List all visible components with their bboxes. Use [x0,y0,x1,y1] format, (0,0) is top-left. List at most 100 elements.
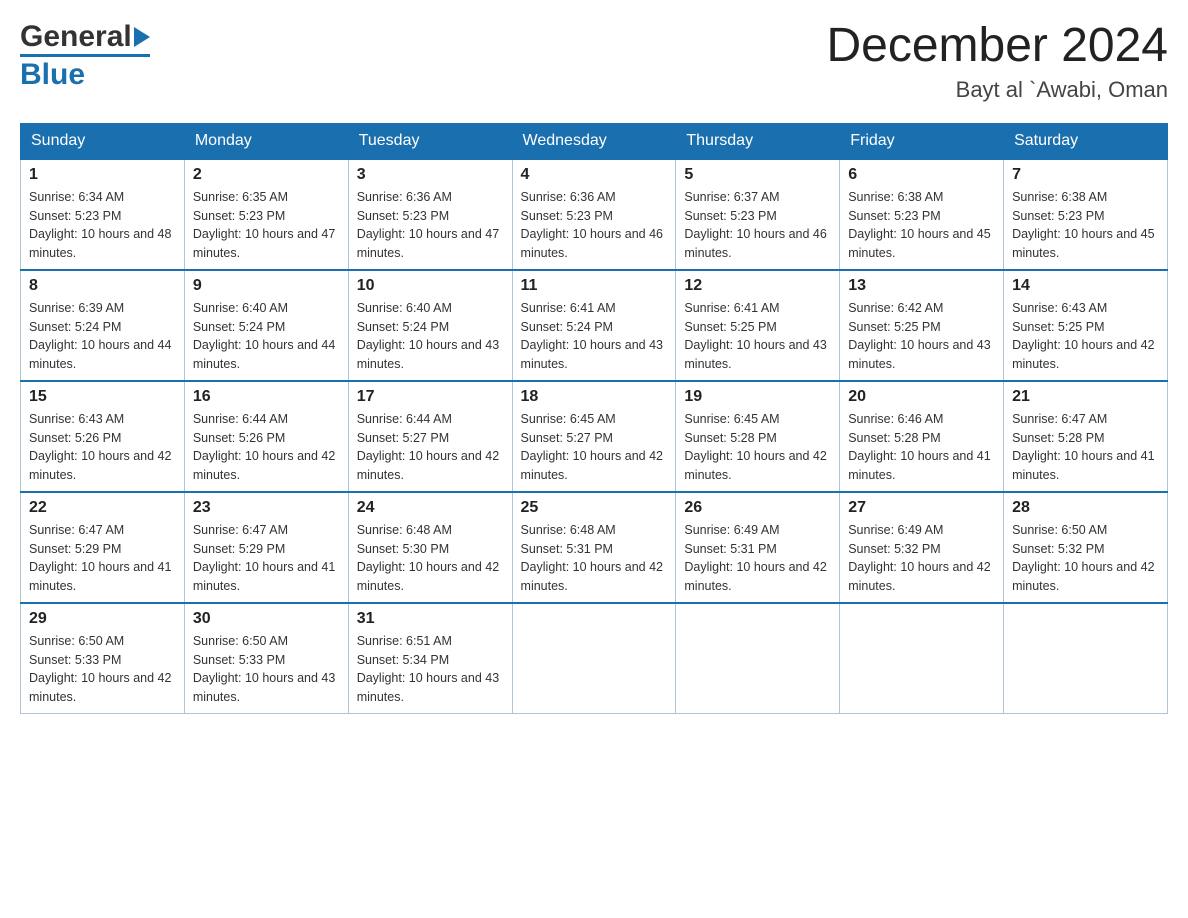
col-tuesday: Tuesday [348,123,512,159]
day-number: 24 [357,499,504,517]
table-row: 23 Sunrise: 6:47 AMSunset: 5:29 PMDaylig… [184,492,348,603]
day-number: 12 [684,277,831,295]
table-row: 26 Sunrise: 6:49 AMSunset: 5:31 PMDaylig… [676,492,840,603]
calendar-week-row: 22 Sunrise: 6:47 AMSunset: 5:29 PMDaylig… [21,492,1168,603]
day-info: Sunrise: 6:48 AMSunset: 5:30 PMDaylight:… [357,521,504,596]
day-number: 1 [29,166,176,184]
day-number: 8 [29,277,176,295]
day-info: Sunrise: 6:46 AMSunset: 5:28 PMDaylight:… [848,410,995,485]
day-number: 28 [1012,499,1159,517]
table-row: 20 Sunrise: 6:46 AMSunset: 5:28 PMDaylig… [840,381,1004,492]
table-row: 19 Sunrise: 6:45 AMSunset: 5:28 PMDaylig… [676,381,840,492]
day-number: 4 [521,166,668,184]
day-number: 27 [848,499,995,517]
table-row: 14 Sunrise: 6:43 AMSunset: 5:25 PMDaylig… [1004,270,1168,381]
day-info: Sunrise: 6:47 AMSunset: 5:29 PMDaylight:… [193,521,340,596]
day-number: 5 [684,166,831,184]
day-info: Sunrise: 6:49 AMSunset: 5:32 PMDaylight:… [848,521,995,596]
table-row: 15 Sunrise: 6:43 AMSunset: 5:26 PMDaylig… [21,381,185,492]
table-row: 10 Sunrise: 6:40 AMSunset: 5:24 PMDaylig… [348,270,512,381]
day-info: Sunrise: 6:40 AMSunset: 5:24 PMDaylight:… [357,299,504,374]
day-info: Sunrise: 6:43 AMSunset: 5:25 PMDaylight:… [1012,299,1159,374]
table-row: 31 Sunrise: 6:51 AMSunset: 5:34 PMDaylig… [348,603,512,714]
title-section: December 2024 Bayt al `Awabi, Oman [826,20,1168,103]
table-row: 24 Sunrise: 6:48 AMSunset: 5:30 PMDaylig… [348,492,512,603]
day-number: 11 [521,277,668,295]
day-number: 29 [29,610,176,628]
day-info: Sunrise: 6:34 AMSunset: 5:23 PMDaylight:… [29,188,176,263]
table-row: 9 Sunrise: 6:40 AMSunset: 5:24 PMDayligh… [184,270,348,381]
table-row: 2 Sunrise: 6:35 AMSunset: 5:23 PMDayligh… [184,159,348,270]
table-row: 7 Sunrise: 6:38 AMSunset: 5:23 PMDayligh… [1004,159,1168,270]
calendar-header-row: Sunday Monday Tuesday Wednesday Thursday… [21,123,1168,159]
day-info: Sunrise: 6:39 AMSunset: 5:24 PMDaylight:… [29,299,176,374]
day-number: 31 [357,610,504,628]
table-row: 28 Sunrise: 6:50 AMSunset: 5:32 PMDaylig… [1004,492,1168,603]
day-info: Sunrise: 6:47 AMSunset: 5:28 PMDaylight:… [1012,410,1159,485]
table-row: 21 Sunrise: 6:47 AMSunset: 5:28 PMDaylig… [1004,381,1168,492]
table-row: 5 Sunrise: 6:37 AMSunset: 5:23 PMDayligh… [676,159,840,270]
day-info: Sunrise: 6:36 AMSunset: 5:23 PMDaylight:… [521,188,668,263]
table-row: 18 Sunrise: 6:45 AMSunset: 5:27 PMDaylig… [512,381,676,492]
col-sunday: Sunday [21,123,185,159]
day-number: 16 [193,388,340,406]
table-row: 25 Sunrise: 6:48 AMSunset: 5:31 PMDaylig… [512,492,676,603]
day-info: Sunrise: 6:50 AMSunset: 5:33 PMDaylight:… [29,632,176,707]
day-number: 22 [29,499,176,517]
day-info: Sunrise: 6:44 AMSunset: 5:26 PMDaylight:… [193,410,340,485]
day-number: 21 [1012,388,1159,406]
day-number: 14 [1012,277,1159,295]
table-row: 1 Sunrise: 6:34 AMSunset: 5:23 PMDayligh… [21,159,185,270]
calendar-week-row: 29 Sunrise: 6:50 AMSunset: 5:33 PMDaylig… [21,603,1168,714]
day-info: Sunrise: 6:49 AMSunset: 5:31 PMDaylight:… [684,521,831,596]
day-info: Sunrise: 6:47 AMSunset: 5:29 PMDaylight:… [29,521,176,596]
calendar-week-row: 1 Sunrise: 6:34 AMSunset: 5:23 PMDayligh… [21,159,1168,270]
col-thursday: Thursday [676,123,840,159]
day-number: 10 [357,277,504,295]
day-info: Sunrise: 6:44 AMSunset: 5:27 PMDaylight:… [357,410,504,485]
day-info: Sunrise: 6:40 AMSunset: 5:24 PMDaylight:… [193,299,340,374]
table-row [676,603,840,714]
day-info: Sunrise: 6:50 AMSunset: 5:32 PMDaylight:… [1012,521,1159,596]
table-row: 30 Sunrise: 6:50 AMSunset: 5:33 PMDaylig… [184,603,348,714]
day-info: Sunrise: 6:38 AMSunset: 5:23 PMDaylight:… [1012,188,1159,263]
day-info: Sunrise: 6:43 AMSunset: 5:26 PMDaylight:… [29,410,176,485]
table-row [512,603,676,714]
table-row: 3 Sunrise: 6:36 AMSunset: 5:23 PMDayligh… [348,159,512,270]
page-header: General Blue December 2024 Bayt al `Awab… [20,20,1168,103]
table-row: 13 Sunrise: 6:42 AMSunset: 5:25 PMDaylig… [840,270,1004,381]
day-number: 6 [848,166,995,184]
day-info: Sunrise: 6:51 AMSunset: 5:34 PMDaylight:… [357,632,504,707]
day-info: Sunrise: 6:48 AMSunset: 5:31 PMDaylight:… [521,521,668,596]
day-number: 18 [521,388,668,406]
day-info: Sunrise: 6:42 AMSunset: 5:25 PMDaylight:… [848,299,995,374]
table-row [840,603,1004,714]
day-number: 25 [521,499,668,517]
table-row: 6 Sunrise: 6:38 AMSunset: 5:23 PMDayligh… [840,159,1004,270]
month-year-title: December 2024 [826,20,1168,73]
col-friday: Friday [840,123,1004,159]
col-saturday: Saturday [1004,123,1168,159]
logo-general-text: General [20,20,132,53]
day-info: Sunrise: 6:35 AMSunset: 5:23 PMDaylight:… [193,188,340,263]
table-row: 22 Sunrise: 6:47 AMSunset: 5:29 PMDaylig… [21,492,185,603]
day-info: Sunrise: 6:45 AMSunset: 5:28 PMDaylight:… [684,410,831,485]
location-subtitle: Bayt al `Awabi, Oman [826,77,1168,103]
day-info: Sunrise: 6:45 AMSunset: 5:27 PMDaylight:… [521,410,668,485]
day-info: Sunrise: 6:50 AMSunset: 5:33 PMDaylight:… [193,632,340,707]
day-number: 2 [193,166,340,184]
table-row: 8 Sunrise: 6:39 AMSunset: 5:24 PMDayligh… [21,270,185,381]
day-number: 7 [1012,166,1159,184]
day-number: 13 [848,277,995,295]
day-number: 9 [193,277,340,295]
day-number: 17 [357,388,504,406]
day-number: 19 [684,388,831,406]
day-number: 15 [29,388,176,406]
table-row: 27 Sunrise: 6:49 AMSunset: 5:32 PMDaylig… [840,492,1004,603]
table-row: 12 Sunrise: 6:41 AMSunset: 5:25 PMDaylig… [676,270,840,381]
day-info: Sunrise: 6:38 AMSunset: 5:23 PMDaylight:… [848,188,995,263]
table-row: 11 Sunrise: 6:41 AMSunset: 5:24 PMDaylig… [512,270,676,381]
table-row [1004,603,1168,714]
table-row: 29 Sunrise: 6:50 AMSunset: 5:33 PMDaylig… [21,603,185,714]
day-info: Sunrise: 6:36 AMSunset: 5:23 PMDaylight:… [357,188,504,263]
